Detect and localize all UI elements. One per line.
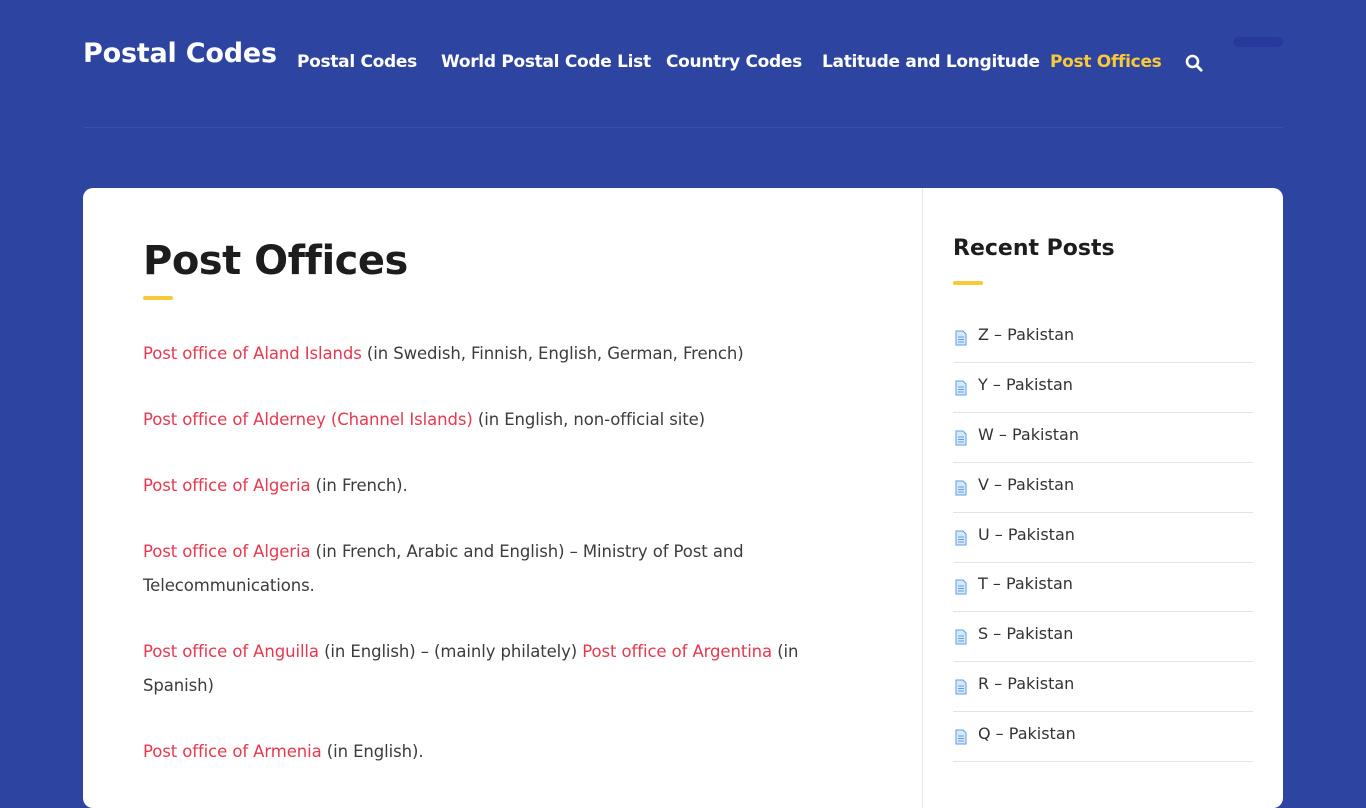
- recent-post-item[interactable]: W – Pakistan: [953, 413, 1253, 463]
- menu-toggle-button[interactable]: [1233, 37, 1283, 47]
- search-icon[interactable]: [1185, 54, 1203, 72]
- entry-link[interactable]: Post office of Aland Islands: [143, 344, 362, 363]
- main-content: Post Offices Post office of Aland Island…: [83, 188, 922, 808]
- document-icon: [955, 430, 967, 446]
- entry-link[interactable]: Post office of Argentina: [582, 642, 772, 661]
- entry-note: (in French).: [310, 476, 408, 495]
- entry-link[interactable]: Post office of Alderney (Channel Islands…: [143, 410, 473, 429]
- nav-item-world-postal-code-list[interactable]: World Postal Code List: [441, 52, 651, 72]
- nav-item-latitude-and-longitude[interactable]: Latitude and Longitude: [822, 52, 1040, 72]
- document-icon: [955, 729, 967, 745]
- recent-post-link[interactable]: T – Pakistan: [978, 574, 1073, 593]
- recent-post-link[interactable]: Z – Pakistan: [978, 325, 1074, 344]
- recent-post-link[interactable]: R – Pakistan: [978, 674, 1074, 693]
- recent-posts-title: Recent Posts: [953, 236, 1115, 261]
- entry-note: (in English, non-official site): [472, 410, 705, 429]
- title-underline: [143, 296, 173, 300]
- recent-post-link[interactable]: W – Pakistan: [978, 425, 1079, 444]
- document-icon: [955, 480, 967, 496]
- recent-post-link[interactable]: U – Pakistan: [978, 525, 1075, 544]
- document-icon: [955, 330, 967, 346]
- entry-paragraph: Post office of Alderney (Channel Islands…: [143, 403, 863, 437]
- recent-post-item[interactable]: R – Pakistan: [953, 662, 1253, 712]
- entry-paragraph: Post office of Anguilla (in English) – (…: [143, 635, 863, 703]
- entry-paragraph: Post office of Algeria (in French, Arabi…: [143, 535, 863, 603]
- entry-link[interactable]: Post office of Armenia: [143, 742, 322, 761]
- entry-note: (in Swedish, Finnish, English, German, F…: [361, 344, 744, 363]
- entry-link[interactable]: Post office of Algeria: [143, 542, 311, 561]
- entry-note: (in English).: [321, 742, 424, 761]
- site-brand-link[interactable]: Postal Codes: [83, 38, 277, 69]
- recent-post-item[interactable]: U – Pakistan: [953, 513, 1253, 563]
- recent-post-item[interactable]: Q – Pakistan: [953, 712, 1253, 762]
- recent-post-item[interactable]: Z – Pakistan: [953, 313, 1253, 363]
- nav-item-postal-codes[interactable]: Postal Codes: [297, 52, 417, 72]
- recent-post-item[interactable]: S – Pakistan: [953, 612, 1253, 662]
- nav-item-post-offices[interactable]: Post Offices: [1050, 52, 1162, 72]
- nav-item-country-codes[interactable]: Country Codes: [666, 52, 802, 72]
- document-icon: [955, 629, 967, 645]
- recent-posts-underline: [953, 281, 983, 285]
- entry-paragraph: Post office of Aland Islands (in Swedish…: [143, 337, 863, 371]
- entry-paragraph: Post office of Armenia (in English).: [143, 735, 863, 769]
- document-icon: [955, 530, 967, 546]
- document-icon: [955, 579, 967, 595]
- document-icon: [955, 380, 967, 396]
- recent-post-link[interactable]: V – Pakistan: [978, 475, 1074, 494]
- entry-paragraph: Post office of Algeria (in French).: [143, 469, 863, 503]
- content-card: Post Offices Post office of Aland Island…: [83, 188, 1283, 808]
- recent-post-link[interactable]: Q – Pakistan: [978, 724, 1076, 743]
- recent-post-item[interactable]: T – Pakistan: [953, 562, 1253, 612]
- recent-post-item[interactable]: Y – Pakistan: [953, 363, 1253, 413]
- header-divider: [83, 127, 1283, 128]
- entry-link[interactable]: Post office of Anguilla: [143, 642, 319, 661]
- entry-note: (in English) – (mainly philately): [318, 642, 583, 661]
- sidebar: Recent Posts Z – Pakistan Y – Pakistan W…: [923, 188, 1283, 808]
- site-header: Postal Codes Postal Codes World Postal C…: [0, 0, 1366, 128]
- page-title: Post Offices: [143, 238, 408, 284]
- recent-post-item[interactable]: V – Pakistan: [953, 463, 1253, 513]
- entry-link[interactable]: Post office of Algeria: [143, 476, 311, 495]
- recent-post-link[interactable]: S – Pakistan: [978, 624, 1073, 643]
- document-icon: [955, 679, 967, 695]
- recent-post-link[interactable]: Y – Pakistan: [978, 375, 1073, 394]
